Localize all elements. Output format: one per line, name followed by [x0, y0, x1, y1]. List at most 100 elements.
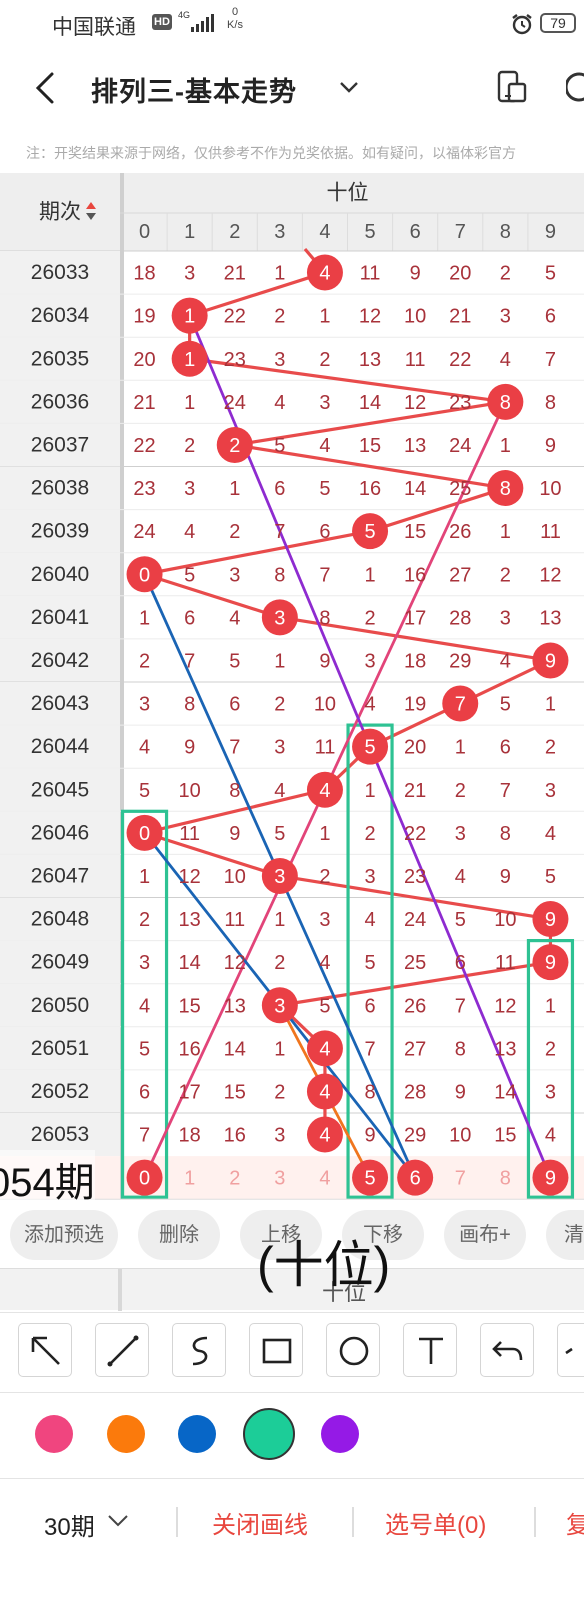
group-header: 十位 [327, 182, 369, 205]
miss-count: 5 [184, 564, 195, 586]
miss-count: 6 [455, 952, 466, 974]
delete-button[interactable]: 删除 [138, 1210, 220, 1260]
color-swatch-orange[interactable] [107, 1415, 145, 1453]
miss-count: 24 [404, 909, 426, 931]
refresh-icon[interactable] [566, 68, 584, 106]
period-selector[interactable]: 30期 [44, 1507, 95, 1542]
color-swatch-pink[interactable] [35, 1415, 73, 1453]
miss-count: 1 [455, 737, 466, 759]
miss-count: 6 [139, 1081, 150, 1103]
miss-count: 3 [184, 478, 195, 500]
line-tool[interactable] [95, 1323, 149, 1377]
miss-count: 2 [545, 1038, 556, 1060]
miss-count: 1 [139, 866, 150, 888]
miss-count: 2 [229, 521, 240, 543]
miss-count: 3 [545, 1081, 556, 1103]
preview-selected-number: 0 [139, 1168, 150, 1190]
miss-count: 3 [274, 1125, 285, 1147]
issue-caption: 054期 [0, 1150, 95, 1208]
hit-number: 4 [319, 263, 330, 285]
miss-count: 7 [274, 521, 285, 543]
miss-count: 3 [229, 564, 240, 586]
miss-count: 11 [540, 521, 561, 543]
miss-count: 19 [404, 694, 426, 716]
separator [352, 1507, 354, 1537]
close-lines-button[interactable]: 关闭画线 [212, 1505, 308, 1540]
miss-count: 4 [319, 435, 330, 457]
add-preselect-button[interactable]: 添加预选 [10, 1210, 118, 1260]
redo-tool[interactable] [557, 1323, 584, 1377]
miss-count: 4 [274, 392, 285, 414]
period-cell: 26039 [31, 520, 89, 543]
miss-count: 3 [319, 909, 330, 931]
miss-count: 8 [364, 1081, 375, 1103]
back-arrow-icon[interactable] [30, 70, 62, 106]
arrow-tool[interactable] [18, 1323, 72, 1377]
rectangle-tool[interactable] [249, 1323, 303, 1377]
undo-tool[interactable] [480, 1323, 534, 1377]
miss-count: 10 [179, 780, 201, 802]
miss-count: 6 [364, 995, 375, 1017]
clear-button[interactable]: 清 [546, 1210, 584, 1260]
miss-count: 4 [364, 909, 375, 931]
position-caption: (十位) [257, 1237, 391, 1293]
color-swatch-purple[interactable] [321, 1415, 359, 1453]
miss-count: 22 [404, 823, 426, 845]
period-cell: 26052 [31, 1080, 89, 1103]
more-button[interactable]: 复 [566, 1505, 584, 1540]
miss-count: 1 [274, 1038, 285, 1060]
selection-list-button[interactable]: 选号单(0) [385, 1505, 486, 1540]
circle-tool[interactable] [326, 1323, 380, 1377]
miss-count: 5 [229, 650, 240, 672]
period-cell: 26038 [31, 477, 89, 500]
carrier-name: 中国联通 [52, 16, 136, 39]
miss-count: 1 [274, 909, 285, 931]
miss-count: 9 [319, 650, 330, 672]
miss-count: 12 [404, 392, 426, 414]
period-cell: 26051 [31, 1037, 89, 1060]
miss-count: 1 [545, 694, 556, 716]
hit-number: 0 [139, 823, 150, 845]
preview-number: 1 [184, 1168, 195, 1190]
chevron-down-icon[interactable] [338, 78, 360, 96]
preview-number: 2 [229, 1168, 240, 1190]
miss-count: 7 [500, 780, 511, 802]
miss-count: 16 [404, 564, 426, 586]
period-cell: 26049 [31, 951, 89, 974]
digit-header: 3 [274, 221, 285, 243]
miss-count: 2 [274, 306, 285, 328]
color-swatch-green[interactable] [243, 1408, 295, 1460]
digit-header: 5 [364, 221, 375, 243]
miss-count: 2 [139, 909, 150, 931]
hit-number: 3 [274, 607, 285, 629]
miss-count: 1 [274, 263, 285, 285]
rotate-phone-icon[interactable] [496, 70, 528, 104]
miss-count: 17 [404, 607, 426, 629]
canvas-add-button[interactable]: 画布+ [444, 1210, 526, 1260]
digit-header: 9 [545, 221, 556, 243]
miss-count: 2 [274, 1081, 285, 1103]
digit-header: 1 [184, 221, 195, 243]
digit-header: 7 [455, 221, 466, 243]
miss-count: 16 [179, 1038, 201, 1060]
circle-icon [339, 1336, 369, 1366]
miss-count: 11 [315, 737, 336, 759]
miss-count: 23 [404, 866, 426, 888]
miss-count: 1 [500, 435, 511, 457]
curve-tool[interactable] [172, 1323, 226, 1377]
color-swatch-blue[interactable] [178, 1415, 216, 1453]
miss-count: 12 [359, 306, 381, 328]
color-palette [0, 1392, 584, 1478]
miss-count: 16 [359, 478, 381, 500]
miss-count: 21 [404, 780, 426, 802]
miss-count: 13 [494, 1038, 516, 1060]
chevron-down-icon[interactable] [106, 1513, 130, 1529]
miss-count: 1 [139, 607, 150, 629]
hit-number: 7 [455, 694, 466, 716]
miss-count: 8 [184, 694, 195, 716]
miss-count: 11 [179, 823, 200, 845]
miss-count: 7 [229, 737, 240, 759]
miss-count: 8 [229, 780, 240, 802]
miss-count: 6 [319, 521, 330, 543]
text-tool[interactable] [403, 1323, 457, 1377]
